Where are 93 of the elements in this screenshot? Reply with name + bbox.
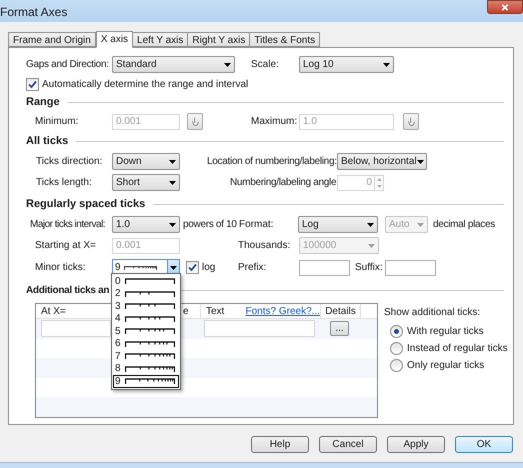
field-label: Thousands:: [238, 239, 292, 253]
dropdown-option[interactable]: 2: [113, 288, 179, 300]
field-label: Gaps and Direction:: [26, 58, 110, 72]
caret-icon: [169, 222, 176, 226]
dropdown-option[interactable]: 6: [113, 338, 179, 350]
field-label: Minor ticks:: [34, 261, 87, 275]
dropdown-option[interactable]: 8: [113, 362, 179, 375]
caret-icon: [169, 160, 176, 164]
field-label: Format:: [239, 218, 274, 232]
tick-ruler-icon: [125, 353, 175, 360]
dialog-button[interactable]: Apply: [387, 436, 445, 453]
section-heading: Range: [26, 94, 60, 110]
checkbox[interactable]: [26, 78, 39, 90]
section-heading: Regularly spaced ticks: [26, 196, 146, 212]
tick-ruler-icon: [125, 366, 175, 372]
dropdown[interactable]: Log 10: [299, 56, 394, 73]
field-label: Numbering/labeling angle:: [230, 176, 337, 190]
caret-icon: [417, 222, 424, 226]
tab[interactable]: Right Y axis: [187, 32, 250, 47]
dropdown[interactable]: Down: [112, 153, 180, 170]
caret-icon: [368, 244, 375, 248]
dropdown[interactable]: Below, horizontal: [337, 153, 427, 170]
checkbox[interactable]: [186, 261, 199, 274]
field-label: Major ticks interval:: [29, 218, 106, 232]
dialog-button[interactable]: OK: [455, 436, 513, 453]
dialog-button[interactable]: Help: [251, 436, 309, 453]
dropdown[interactable]: 1.0: [112, 216, 180, 233]
field-label: Only regular ticks: [407, 358, 484, 372]
tab[interactable]: Frame and Origin: [8, 32, 96, 47]
dropdown-option[interactable]: 7: [113, 350, 179, 362]
field-label: Starting at X=: [34, 239, 97, 253]
radio-button[interactable]: [390, 358, 403, 372]
dropdown[interactable]: Log: [298, 216, 378, 233]
input-field[interactable]: [41, 320, 111, 338]
field-label: Suffix:: [355, 261, 384, 275]
tick-ruler-icon: [125, 378, 175, 384]
field-label: Instead of regular ticks: [407, 342, 508, 356]
input-field[interactable]: [204, 320, 315, 338]
spin-arrows-icon: [374, 176, 383, 190]
field-label: Prefix:: [238, 261, 268, 275]
section-heading: All ticks: [26, 134, 68, 149]
field-label: Automatically determine the range and interval: [42, 78, 248, 92]
column-header: At X=: [40, 305, 67, 318]
section-heading: Additional ticks an: [26, 284, 110, 298]
field-label: Minimum:: [34, 115, 80, 129]
field-label: Ticks direction:: [35, 155, 104, 169]
tick-ruler-icon: [124, 264, 157, 270]
dropdown-option[interactable]: 5: [113, 325, 179, 338]
column-header: Text: [206, 305, 226, 318]
tick-ruler-icon: [125, 340, 175, 347]
input-field[interactable]: [385, 260, 436, 276]
dropdown-option[interactable]: 0: [113, 275, 179, 288]
caret-icon: [224, 62, 231, 66]
caret-icon: [367, 222, 374, 226]
close-icon: [501, 4, 509, 10]
caret-icon: [416, 160, 424, 164]
column-header: Details: [321, 304, 361, 318]
field-label: powers of 10: [183, 218, 238, 232]
field-label: With regular ticks: [407, 324, 484, 338]
field-label: Maximum:: [251, 115, 298, 129]
tick-ruler-icon: [125, 316, 175, 322]
field-label: Ticks length:: [35, 176, 93, 190]
radio-button[interactable]: [390, 324, 403, 338]
caret-icon: [383, 62, 390, 66]
caret-icon: [170, 266, 177, 270]
window-title: Format Axes: [0, 4, 68, 21]
group-label: Show additional ticks:: [384, 306, 482, 320]
field-label: decimal places: [433, 218, 495, 232]
tick-ruler-icon: [125, 278, 175, 284]
input-field[interactable]: [299, 260, 350, 276]
hook-icon: [408, 116, 414, 126]
dropdown[interactable]: Short: [112, 174, 180, 191]
tick-ruler-icon: [125, 290, 175, 297]
dropdown-value: 9: [115, 261, 121, 275]
hook-icon: [192, 116, 198, 126]
tick-ruler-icon: [125, 303, 175, 310]
tab[interactable]: Left Y axis: [132, 32, 188, 47]
pick-button[interactable]: [403, 113, 419, 130]
dropdown[interactable]: Standard: [112, 56, 235, 73]
dropdown-option[interactable]: 9: [113, 375, 179, 388]
dialog-button[interactable]: Cancel: [319, 436, 377, 453]
close-button[interactable]: [487, 0, 523, 14]
field-label: log: [202, 261, 216, 275]
field-label: Scale:: [251, 58, 280, 72]
caret-icon: [169, 180, 176, 184]
fonts-link[interactable]: Fonts? Greek?...: [246, 304, 320, 318]
tab[interactable]: X axis: [96, 31, 134, 48]
tick-ruler-icon: [125, 328, 175, 334]
field-label: Location of numbering/labeling:: [207, 155, 337, 169]
details-button[interactable]: ...: [330, 321, 349, 336]
radio-button[interactable]: [390, 342, 403, 354]
tab[interactable]: Titles & Fonts: [249, 32, 320, 47]
pick-button[interactable]: [187, 113, 203, 130]
